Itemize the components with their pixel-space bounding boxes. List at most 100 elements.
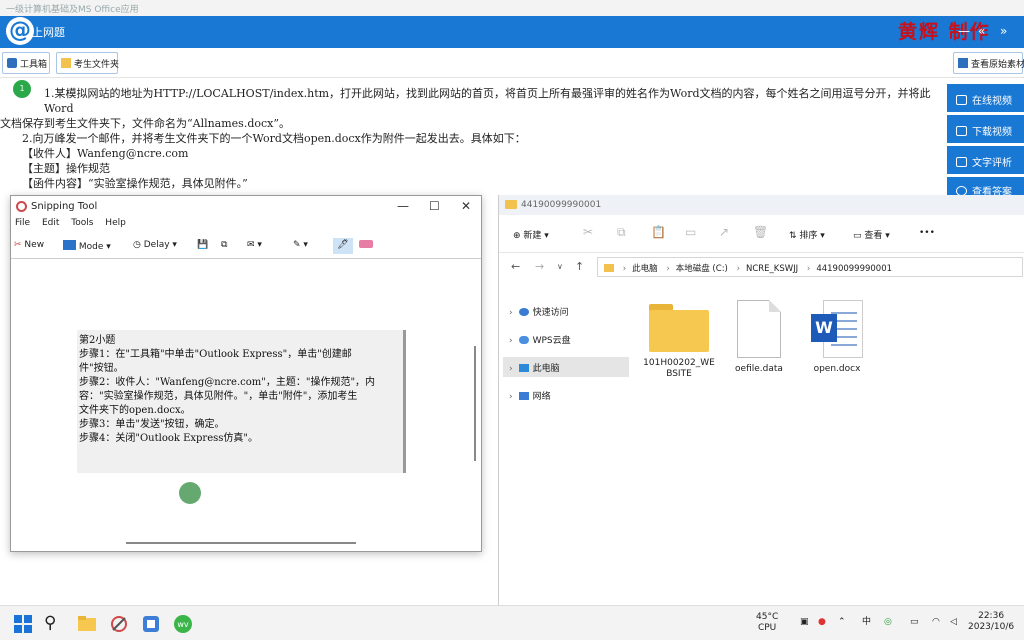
record-icon[interactable]: ● xyxy=(818,617,826,628)
svg-text:wv: wv xyxy=(177,620,189,629)
app-toolbar: 工具箱 考生文件夹 查看原始素材 xyxy=(0,48,1024,78)
weather-widget[interactable]: 45°C CPU xyxy=(756,612,778,634)
wifi-icon[interactable]: ◠ xyxy=(932,617,940,628)
search-icon[interactable]: ⚲ xyxy=(44,613,66,635)
new-button[interactable]: ⊕ 新建 ▾ xyxy=(513,228,549,241)
delay-button[interactable]: ◷ Delay ▾ xyxy=(133,238,177,254)
breadcrumb-item[interactable]: NCRE_KSWJJ xyxy=(746,264,798,274)
cpu-temperature: 45°C xyxy=(756,612,779,622)
copy-icon[interactable]: ⧉ xyxy=(221,238,227,254)
note-border xyxy=(403,330,406,473)
send-icon[interactable]: ✉ ▾ xyxy=(247,238,262,254)
download-video-button[interactable]: 下载视频 xyxy=(947,115,1024,143)
menu-file[interactable]: File xyxy=(15,218,30,228)
clock-date: 2023/10/6 xyxy=(968,622,1015,632)
wps-taskbar-icon[interactable]: wv xyxy=(172,613,194,635)
file-item-data[interactable]: oefile.data xyxy=(723,300,795,375)
eraser-icon[interactable] xyxy=(359,238,373,254)
computer-icon xyxy=(518,364,529,372)
nav-this-pc[interactable]: › 此电脑 xyxy=(503,357,629,377)
highlighter-icon[interactable]: 🖊 xyxy=(333,238,353,254)
minimize-icon[interactable]: — xyxy=(397,199,409,213)
network-icon[interactable]: ▭ xyxy=(910,617,919,628)
note-line: 文件夹下的open.docx。 xyxy=(79,405,191,416)
paste-icon[interactable]: 📋 xyxy=(651,225,666,239)
save-icon[interactable]: 💾 xyxy=(197,238,208,254)
navigation-pane: › 快速访问 › WPS云盘 › 此电脑 › 网络 xyxy=(499,295,631,605)
vertical-scrollbar[interactable] xyxy=(474,346,476,461)
chevron-right-icon[interactable]: » xyxy=(1000,24,1007,38)
exam-folder-label: 考生文件夹 xyxy=(74,60,120,70)
toolbox-button[interactable]: 工具箱 xyxy=(2,52,50,74)
wechat-icon[interactable]: ◎ xyxy=(884,617,892,628)
file-name: 101H00202_WEBSITE xyxy=(643,358,715,379)
exam-folder-button[interactable]: 考生文件夹 xyxy=(56,52,120,74)
file-explorer-taskbar-icon[interactable] xyxy=(76,613,98,635)
copy-icon[interactable]: ⧉ xyxy=(617,225,626,240)
star-icon xyxy=(518,308,529,316)
recent-dropdown-icon[interactable]: ∨ xyxy=(557,262,563,271)
rename-icon[interactable]: ▭ xyxy=(685,225,696,239)
menu-help[interactable]: Help xyxy=(105,218,126,228)
close-icon[interactable]: ✕ xyxy=(461,199,471,213)
note-line: 步骤2：收件人："Wanfeng@ncre.com"，主题："操作规范"，内 xyxy=(79,377,376,388)
view-source-label: 查看原始素材 xyxy=(971,60,1024,70)
speaker-icon[interactable]: ◁ xyxy=(950,617,957,628)
share-icon[interactable]: ↗ xyxy=(719,225,729,239)
menu-edit[interactable]: Edit xyxy=(42,218,59,228)
delete-icon[interactable]: 🗑 xyxy=(753,225,768,239)
cpu-label: CPU xyxy=(757,623,777,633)
breadcrumb-item[interactable]: 本地磁盘 (C:) xyxy=(676,264,728,274)
breadcrumb-item[interactable]: 44190099990001 xyxy=(816,264,892,274)
view-answer-button[interactable]: 查看答案 xyxy=(947,177,1024,195)
solution-note: 第2小题 步骤1：在"工具箱"中单击"Outlook Express"，单击"创… xyxy=(77,330,405,473)
file-name: open.docx xyxy=(813,364,861,374)
snipping-tool-taskbar-icon[interactable] xyxy=(108,613,130,635)
up-icon[interactable]: ↑ xyxy=(575,260,584,273)
nav-quick-access[interactable]: › 快速访问 xyxy=(503,301,629,321)
exam-app-taskbar-icon[interactable] xyxy=(140,613,162,635)
taskbar: ⚲ wv 45°C CPU ▣ ● ⌃ 中 ◎ ▭ ◠ ◁ 22:36 2023… xyxy=(0,605,1024,640)
ime-indicator[interactable]: 中 xyxy=(862,617,871,628)
back-icon[interactable]: ← xyxy=(511,260,520,273)
address-row: ← → ∨ ↑ › 此电脑 › 本地磁盘 (C:) › NCRE_KSWJJ › 441… xyxy=(499,253,1024,281)
mode-button[interactable]: Mode ▾ xyxy=(63,238,111,254)
nav-wps-cloud[interactable]: › WPS云盘 xyxy=(503,329,629,349)
address-bar[interactable]: › 此电脑 › 本地磁盘 (C:) › NCRE_KSWJJ › 44190099990… xyxy=(597,257,1023,277)
nav-network[interactable]: › 网络 xyxy=(503,385,629,405)
online-video-button[interactable]: 在线视频 xyxy=(947,84,1024,112)
folder-icon xyxy=(604,264,614,272)
view-button[interactable]: ▭ 查看 ▾ xyxy=(853,228,890,241)
new-snip-button[interactable]: ✂ New xyxy=(14,238,44,254)
pen-icon[interactable]: ✎ ▾ xyxy=(293,238,308,254)
chevron-up-icon[interactable]: ⌃ xyxy=(838,617,846,628)
view-source-button[interactable]: 查看原始素材 xyxy=(953,52,1024,74)
horizontal-scrollbar[interactable] xyxy=(126,542,356,544)
clock[interactable]: 22:36 2023/10/6 xyxy=(968,611,1014,633)
file-item-docx[interactable]: W open.docx xyxy=(801,300,873,375)
cut-icon[interactable]: ✂ xyxy=(583,225,593,239)
at-logo-icon: @ xyxy=(6,17,34,45)
video-icon xyxy=(956,95,967,105)
question-line: 【函件内容】“实验室操作规范，具体见附件。” xyxy=(22,177,248,190)
file-item-folder[interactable]: 101H00202_WEBSITE xyxy=(643,300,715,380)
question-line: 【收件人】Wanfeng@ncre.com xyxy=(22,147,189,160)
chevron-left-icon[interactable]: « xyxy=(978,24,985,38)
forward-icon[interactable]: → xyxy=(535,260,544,273)
file-explorer-window: 44190099990001 ⊕ 新建 ▾ ✂ ⧉ 📋 ▭ ↗ 🗑 ⇅ 排序 ▾… xyxy=(498,195,1024,605)
windows-start-icon[interactable] xyxy=(12,613,34,635)
clock-icon: ◷ xyxy=(133,240,141,250)
webcam-icon[interactable]: ▣ xyxy=(800,617,809,628)
maximize-icon[interactable]: ☐ xyxy=(429,199,440,213)
text-analysis-button[interactable]: 文字评析 xyxy=(947,146,1024,174)
sort-button[interactable]: ⇅ 排序 ▾ xyxy=(789,228,825,241)
breadcrumb-item[interactable]: 此电脑 xyxy=(632,264,658,274)
scissors-icon: ✂ xyxy=(14,240,22,250)
minimize-icon[interactable]: — xyxy=(958,24,970,38)
file-icon xyxy=(737,300,781,358)
explorer-title: 44190099990001 xyxy=(521,200,602,210)
menu-tools[interactable]: Tools xyxy=(71,218,93,228)
more-icon[interactable]: ••• xyxy=(919,228,935,238)
author-watermark: 黄辉 制作 xyxy=(898,21,991,43)
note-line: 步骤3：单击"发送"按钮，确定。 xyxy=(79,419,225,430)
